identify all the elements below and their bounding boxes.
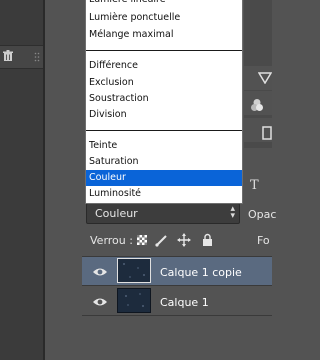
text-filter-icon[interactable]: T — [250, 178, 259, 193]
visibility-eye-icon[interactable] — [92, 266, 108, 278]
panel-grip-icon[interactable] — [34, 52, 40, 62]
blend-mode-select[interactable]: Couleur ▴ ▾ — [86, 203, 240, 224]
layer-thumbnail — [117, 288, 151, 313]
channel-mixer-icon[interactable] — [250, 98, 264, 112]
lock-transparent-pixels-icon[interactable] — [137, 235, 147, 245]
opacity-label: Opac — [248, 208, 277, 221]
blend-mode-value: Couleur — [95, 207, 138, 220]
fill-label: Fo — [257, 234, 270, 247]
trash-icon[interactable] — [2, 50, 14, 62]
lock-image-pixels-icon[interactable] — [155, 235, 167, 247]
menu-item-saturation[interactable]: Saturation — [86, 154, 242, 170]
menu-separator — [86, 50, 242, 51]
lock-label: Verrou : — [90, 234, 133, 247]
menu-item-luminosite[interactable]: Luminosité — [86, 186, 242, 202]
lock-position-icon[interactable] — [177, 233, 191, 247]
menu-item-division[interactable]: Division — [86, 107, 242, 123]
triangle-adjustment-icon[interactable] — [258, 72, 272, 84]
layer-name[interactable]: Calque 1 — [160, 296, 209, 309]
menu-item-teinte[interactable]: Teinte — [86, 138, 242, 154]
menu-item-couleur[interactable]: Couleur — [86, 170, 242, 186]
menu-item-difference[interactable]: Différence — [86, 58, 242, 74]
visibility-eye-icon[interactable] — [92, 296, 108, 308]
lock-icons — [137, 233, 212, 247]
menu-item-soustraction[interactable]: Soustraction — [86, 91, 242, 107]
menu-item-lumiere-lineaire[interactable]: Lumière linéaire — [86, 0, 242, 8]
updown-arrows-icon: ▴ ▾ — [230, 204, 235, 221]
menu-item-exclusion[interactable]: Exclusion — [86, 75, 242, 91]
layer-thumbnail — [117, 258, 151, 283]
blend-mode-menu: Lumière linéaire Lumière ponctuelle Méla… — [85, 0, 243, 204]
menu-separator — [86, 130, 242, 131]
menu-item-melange-maximal[interactable]: Mélange maximal — [86, 27, 242, 43]
adjustment-icon[interactable] — [262, 126, 272, 140]
menu-item-lumiere-ponctuelle[interactable]: Lumière ponctuelle — [86, 10, 242, 26]
layer-name[interactable]: Calque 1 copie — [160, 266, 242, 279]
layer-separator — [82, 256, 272, 257]
lock-all-icon[interactable] — [203, 233, 212, 247]
